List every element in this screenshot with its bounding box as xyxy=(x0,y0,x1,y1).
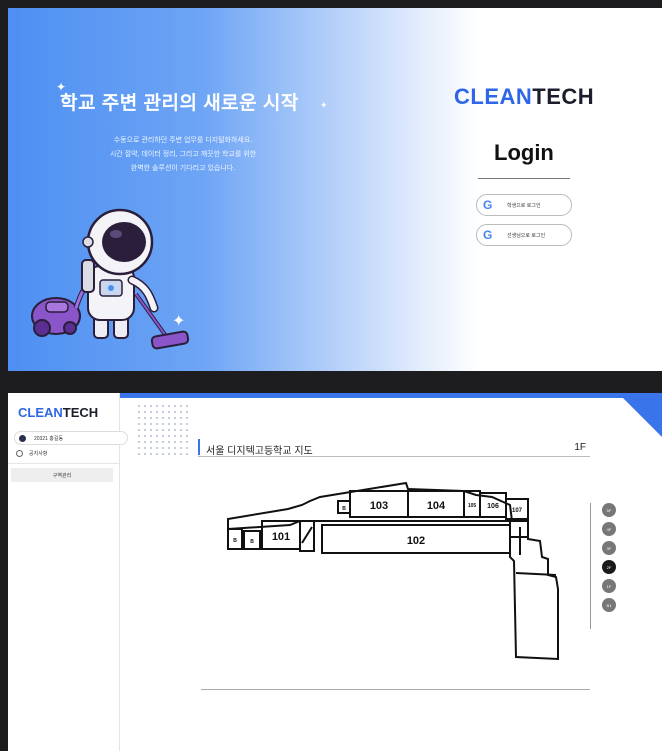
title-accent xyxy=(198,439,200,455)
google-icon: G xyxy=(483,198,493,212)
divider xyxy=(478,178,570,179)
floor-button-4f[interactable]: 4F xyxy=(602,522,616,536)
hero-title: 학교 주변 관리의 새로운 시작 xyxy=(60,93,299,114)
corner-decoration xyxy=(618,393,662,437)
room-101-label: 101 xyxy=(272,531,290,543)
dot-pattern-decoration xyxy=(136,403,188,459)
user-profile-dropdown[interactable]: 20321 홍길동 xyxy=(14,431,128,445)
floor-plan: B B 101 102 B 103 104 105 106 107 xyxy=(227,481,559,661)
notice-icon xyxy=(16,450,23,457)
login-title: Login xyxy=(494,140,554,165)
current-floor-label: 1F xyxy=(574,442,586,453)
room-105-label: 105 xyxy=(468,503,477,509)
room-small-b-label: B xyxy=(250,539,254,545)
room-102-label: 102 xyxy=(407,535,425,547)
svg-text:✦: ✦ xyxy=(172,311,185,330)
school-map-screen: CLEANTECH 20321 홍길동 공지사항 구역관리 서울 디지텍고등학교… xyxy=(8,393,662,751)
google-login-teacher-button[interactable]: G 선생님으로 로그인 xyxy=(476,224,572,246)
avatar xyxy=(19,434,26,442)
divider xyxy=(8,463,120,464)
zone-management-button[interactable]: 구역관리 xyxy=(11,468,113,482)
floor-button-2f[interactable]: 2F xyxy=(602,560,616,574)
google-login-student-button[interactable]: G 학생으로 로그인 xyxy=(476,194,572,216)
floor-button-1f[interactable]: 1F xyxy=(602,579,616,593)
google-icon: G xyxy=(483,228,493,242)
login-screen: ✦ 학교 주변 관리의 새로운 시작 ✦ 수동으로 관리하던 주변 업무를 디지… xyxy=(8,8,662,371)
sidebar: CLEANTECH 20321 홍길동 공지사항 구역관리 xyxy=(8,393,128,751)
sparkle-icon: ✦ xyxy=(320,100,328,110)
map-title: 서울 디지텍고등학교 지도 xyxy=(206,446,313,457)
floor-selector: 5F 4F 3F 2F 1F B1 xyxy=(588,503,618,633)
brand-logo: CLEANTECH xyxy=(454,84,595,109)
sidebar-item-notice[interactable]: 공지사항 xyxy=(16,450,47,457)
top-accent-bar xyxy=(120,393,662,398)
floor-button-3f[interactable]: 3F xyxy=(602,541,616,555)
room-small-c-label: B xyxy=(342,506,346,512)
floor-button-b1[interactable]: B1 xyxy=(602,598,616,612)
divider xyxy=(201,689,590,690)
astronaut-vacuum-illustration: ✦ xyxy=(31,208,190,350)
sidebar-brand-logo[interactable]: CLEANTECH xyxy=(18,405,98,420)
floor-button-5f[interactable]: 5F xyxy=(602,503,616,517)
room-107-label: 107 xyxy=(512,508,523,514)
room-104-label: 104 xyxy=(427,500,446,512)
room-small-a-label: B xyxy=(233,538,237,544)
hero-description: 수동으로 관리하던 주변 업무를 디지털화하세요. 시간 절약, 데이터 정리,… xyxy=(109,137,257,172)
floor-selector-track xyxy=(590,503,591,629)
room-106-label: 106 xyxy=(487,503,499,510)
room-103-label: 103 xyxy=(370,500,388,512)
map-header: 서울 디지텍고등학교 지도 1F xyxy=(198,437,590,457)
